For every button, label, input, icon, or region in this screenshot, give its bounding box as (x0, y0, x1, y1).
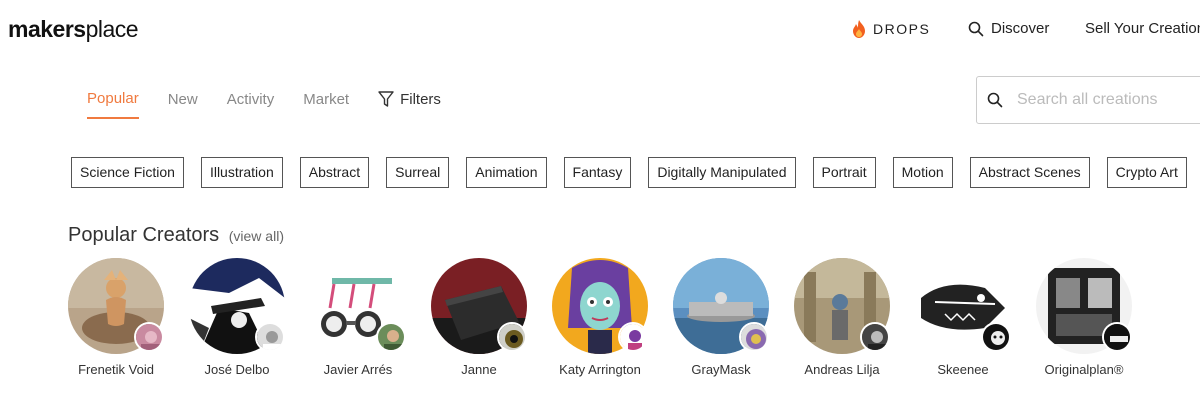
creator-mini-avatar (739, 322, 769, 352)
creator-card[interactable]: Skeenee (915, 258, 1011, 377)
creator-card[interactable]: José Delbo (189, 258, 285, 377)
creator-mini-avatar (618, 322, 648, 352)
creator-card[interactable]: Janne (431, 258, 527, 377)
tab-new[interactable]: New (168, 91, 198, 118)
creator-mini-avatar (134, 322, 164, 352)
tab-activity[interactable]: Activity (227, 91, 275, 118)
chip-digitally-manipulated[interactable]: Digitally Manipulated (648, 157, 796, 188)
filters-label: Filters (400, 91, 441, 108)
chip-portrait[interactable]: Portrait (812, 157, 876, 188)
chip-illustration[interactable]: Illustration (200, 157, 283, 188)
creator-card[interactable]: Javier Arrés (310, 258, 406, 377)
nav-drops[interactable]: DROPS (852, 20, 930, 38)
chip-abstract[interactable]: Abstract (299, 157, 370, 188)
creator-mini-avatar (376, 322, 406, 352)
creator-mini-avatar (497, 322, 527, 352)
tab-popular[interactable]: Popular (87, 90, 139, 119)
creator-name: José Delbo (204, 362, 270, 377)
creator-mini-avatar (255, 322, 285, 352)
creator-name: Skeenee (937, 362, 989, 377)
creator-name: Katy Arrington (559, 362, 641, 377)
search-icon (968, 21, 984, 36)
chip-fantasy[interactable]: Fantasy (563, 157, 632, 188)
view-all-link[interactable]: (view all) (229, 228, 284, 244)
logo-bold-text: makers (8, 16, 86, 42)
filter-icon (378, 91, 394, 107)
flame-icon (853, 20, 865, 38)
creator-mini-avatar (981, 322, 1011, 352)
search-input[interactable] (1017, 91, 1200, 109)
creator-card[interactable]: GrayMask (673, 258, 769, 377)
creator-mini-avatar (860, 322, 890, 352)
chip-motion[interactable]: Motion (892, 157, 953, 188)
creator-name: Javier Arrés (323, 362, 393, 377)
popular-creators-heading: Popular Creators (68, 224, 220, 246)
tab-bar: Popular New Activity Market Filters (87, 90, 441, 119)
creator-name: Janne (461, 362, 497, 377)
nav-discover-label: Discover (991, 20, 1050, 37)
filters-button[interactable]: Filters (378, 91, 441, 118)
creator-name: Andreas Lilja (804, 362, 880, 377)
nav-discover[interactable]: Discover (968, 20, 1049, 37)
nav-sell-label: Sell Your Creations (1085, 20, 1200, 37)
creator-name: Frenetik Void (78, 362, 154, 377)
chip-science-fiction[interactable]: Science Fiction (71, 157, 184, 188)
creator-name: Originalplan® (1044, 362, 1124, 377)
creator-card[interactable]: Originalplan® (1036, 258, 1132, 377)
creator-card[interactable]: Katy Arrington (552, 258, 648, 377)
creator-name: GrayMask (691, 362, 751, 377)
chip-surreal[interactable]: Surreal (386, 157, 450, 188)
site-logo[interactable]: makersplace (8, 16, 139, 43)
creator-card[interactable]: Andreas Lilja (794, 258, 890, 377)
chip-crypto-art[interactable]: Crypto Art (1106, 157, 1187, 188)
logo-light-text: place (85, 16, 139, 42)
search-box (976, 76, 1200, 124)
chip-abstract-scenes[interactable]: Abstract Scenes (969, 157, 1090, 188)
category-chips: Science Fiction Illustration Abstract Su… (71, 157, 1200, 188)
creator-mini-avatar (1102, 322, 1132, 352)
tab-market[interactable]: Market (303, 91, 349, 118)
creator-card[interactable]: Frenetik Void (68, 258, 164, 377)
nav-sell-creations[interactable]: Sell Your Creations (1085, 20, 1200, 37)
section-title: Popular Creators (view all) (68, 224, 284, 247)
chip-animation[interactable]: Animation (466, 157, 547, 188)
search-icon (987, 92, 1003, 108)
nav-drops-label: DROPS (873, 21, 931, 37)
